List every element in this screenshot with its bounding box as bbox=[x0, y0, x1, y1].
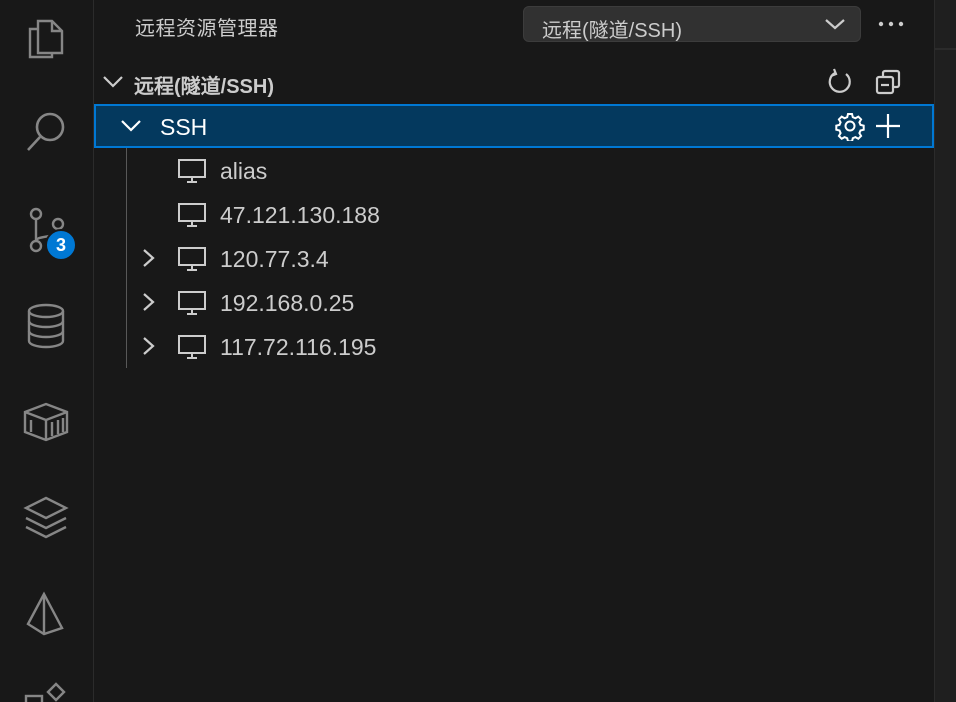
monitor-icon bbox=[177, 289, 207, 317]
search-icon[interactable] bbox=[18, 104, 74, 160]
remote-view-select[interactable]: 远程(隧道/SSH) bbox=[523, 6, 861, 42]
panel-header: 远程资源管理器 远程(隧道/SSH) bbox=[94, 0, 934, 52]
activity-bar: 3 bbox=[0, 0, 94, 702]
tree-row-host[interactable]: 47.121.130.188 bbox=[94, 192, 934, 236]
chevron-right-icon[interactable] bbox=[138, 248, 160, 268]
host-label: alias bbox=[220, 158, 268, 184]
monitor-icon bbox=[177, 333, 207, 361]
container-icon[interactable] bbox=[18, 394, 74, 450]
tree-row-host[interactable]: alias bbox=[94, 148, 934, 192]
remote-view-select-value: 远程(隧道/SSH) bbox=[542, 20, 682, 42]
vscode-window: 3 远程资源管理器 远程(隧道/SSH) 远程(隧道/SSH) SSH alia… bbox=[0, 0, 956, 702]
chevron-down-icon[interactable] bbox=[120, 116, 142, 136]
tree-row-host[interactable]: 192.168.0.25 bbox=[94, 280, 934, 324]
database-icon[interactable] bbox=[18, 298, 74, 354]
prisma-icon[interactable] bbox=[18, 586, 74, 642]
host-label: 120.77.3.4 bbox=[220, 246, 329, 272]
remote-tree: SSH alias 47.121.130.188 120.77.3.4 192.… bbox=[94, 104, 934, 368]
host-label: 192.168.0.25 bbox=[220, 290, 355, 316]
monitor-icon bbox=[177, 245, 207, 273]
chevron-down-icon bbox=[824, 15, 846, 33]
source-control-badge: 3 bbox=[45, 229, 77, 261]
chevron-down-icon[interactable] bbox=[102, 72, 124, 92]
monitor-icon bbox=[177, 157, 207, 185]
tree-row-host[interactable]: 117.72.116.195 bbox=[94, 324, 934, 368]
collapse-all-icon[interactable] bbox=[870, 64, 906, 100]
tree-row-label: SSH bbox=[160, 114, 208, 140]
editor-tab-divider bbox=[935, 48, 956, 50]
editor-edge bbox=[935, 0, 956, 702]
chevron-right-icon[interactable] bbox=[138, 292, 160, 312]
chevron-right-icon[interactable] bbox=[138, 336, 160, 356]
more-actions-icon[interactable] bbox=[874, 10, 908, 38]
host-label: 117.72.116.195 bbox=[220, 334, 377, 360]
extensions-icon[interactable] bbox=[18, 676, 74, 702]
tree-row-ssh[interactable]: SSH bbox=[94, 104, 934, 148]
gear-icon[interactable] bbox=[832, 108, 868, 144]
refresh-icon[interactable] bbox=[822, 64, 858, 100]
monitor-icon bbox=[177, 201, 207, 229]
panel-title: 远程资源管理器 bbox=[135, 18, 279, 40]
section-header[interactable]: 远程(隧道/SSH) bbox=[94, 60, 934, 104]
remote-explorer-panel: 远程资源管理器 远程(隧道/SSH) 远程(隧道/SSH) SSH alias … bbox=[94, 0, 935, 702]
section-title: 远程(隧道/SSH) bbox=[134, 76, 274, 98]
tree-row-host[interactable]: 120.77.3.4 bbox=[94, 236, 934, 280]
explorer-icon[interactable] bbox=[18, 9, 74, 65]
host-label: 47.121.130.188 bbox=[220, 202, 380, 228]
layers-icon[interactable] bbox=[18, 490, 74, 546]
add-icon[interactable] bbox=[870, 108, 906, 144]
